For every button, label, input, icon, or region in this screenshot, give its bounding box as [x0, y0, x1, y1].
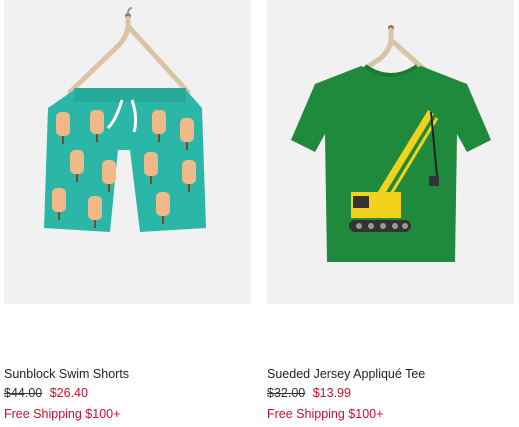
product-card-crane-tee[interactable]: Sueded Jersey Appliqué Tee $32.00 $13.99… [267, 0, 514, 421]
product-image-swim-shorts[interactable] [4, 0, 251, 304]
sale-price: $13.99 [312, 386, 351, 400]
crane-tee-image [267, 0, 514, 304]
original-price: $44.00 [4, 386, 43, 400]
product-card-swim-shorts[interactable]: Sunblock Swim Shorts $44.00 $26.40 Free … [4, 0, 251, 421]
price-row: $44.00 $26.40 [4, 386, 88, 400]
shipping-note: Free Shipping $100+ [267, 407, 384, 421]
price-row: $32.00 $13.99 [267, 386, 351, 400]
swim-shorts-image [4, 0, 251, 304]
sale-price: $26.40 [49, 386, 88, 400]
product-name[interactable]: Sueded Jersey Appliqué Tee [267, 367, 425, 381]
original-price: $32.00 [267, 386, 306, 400]
shipping-note: Free Shipping $100+ [4, 407, 121, 421]
product-name[interactable]: Sunblock Swim Shorts [4, 367, 129, 381]
product-grid: Sunblock Swim Shorts $44.00 $26.40 Free … [0, 0, 519, 427]
product-image-crane-tee[interactable] [267, 0, 514, 304]
